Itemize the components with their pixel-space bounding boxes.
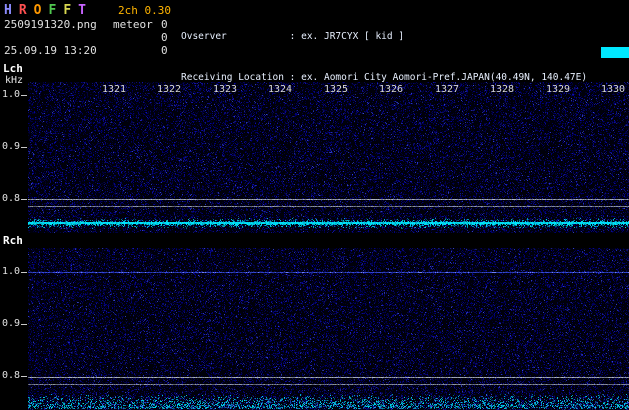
header-highlight	[601, 47, 629, 58]
meteor-count-2: 0	[161, 44, 168, 57]
output-filename: 2509191320.png	[4, 18, 97, 31]
time-label: 1325	[323, 84, 349, 95]
freq-tick-mark	[21, 376, 27, 377]
version-label: 2ch 0.30	[118, 4, 171, 17]
logo-letter: R	[18, 3, 27, 18]
time-label: 1323	[212, 84, 238, 95]
logo-letter: T	[78, 3, 86, 18]
time-axis: 1321 1322 1323 1324 1325 1326 1327 1328 …	[28, 84, 629, 96]
freq-tick-mark	[21, 324, 27, 325]
mode-label: meteor	[113, 18, 153, 31]
time-label: 1324	[267, 84, 293, 95]
time-label: 1321	[101, 84, 127, 95]
logo-letter: H	[4, 3, 12, 18]
freq-tick-label: 0.8	[1, 193, 20, 204]
freq-tick-label: 1.0	[1, 89, 20, 100]
app-logo: HROFFT	[4, 3, 93, 18]
lch-spectrogram	[28, 82, 629, 233]
freq-tick-label: 0.9	[1, 318, 20, 329]
freq-tick-label: 0.8	[1, 370, 20, 381]
time-label: 1322	[156, 84, 182, 95]
time-label-edge: 16	[622, 84, 629, 95]
freq-tick-label: 1.0	[1, 266, 20, 277]
time-label: 1328	[489, 84, 515, 95]
khz-unit-label: kHz	[5, 75, 24, 86]
freq-tick-mark	[21, 199, 27, 200]
freq-tick-mark	[21, 147, 27, 148]
freq-tick-mark	[21, 272, 27, 273]
freq-tick-mark	[21, 95, 27, 96]
rch-axis-label: Rch	[3, 234, 23, 247]
meteor-count-1: 0	[161, 31, 168, 44]
logo-letter: F	[63, 3, 72, 18]
logo-letter: O	[33, 3, 42, 18]
timestamp-label: 25.09.19 13:20	[4, 44, 97, 57]
observer-line: Ovserver : ex. JR7CYX [ kid ]	[181, 31, 405, 42]
hrofft-screen: HROFFT 2ch 0.30 2509191320.png meteor 0 …	[0, 0, 629, 410]
time-label: 1327	[434, 84, 460, 95]
time-label: 1329	[545, 84, 571, 95]
time-label: 1326	[378, 84, 404, 95]
lch-axis-label: Lch	[3, 62, 23, 75]
meteor-count-0: 0	[161, 18, 168, 31]
logo-letter: F	[48, 3, 57, 18]
rch-spectrogram	[28, 248, 629, 410]
freq-tick-label: 0.9	[1, 141, 20, 152]
